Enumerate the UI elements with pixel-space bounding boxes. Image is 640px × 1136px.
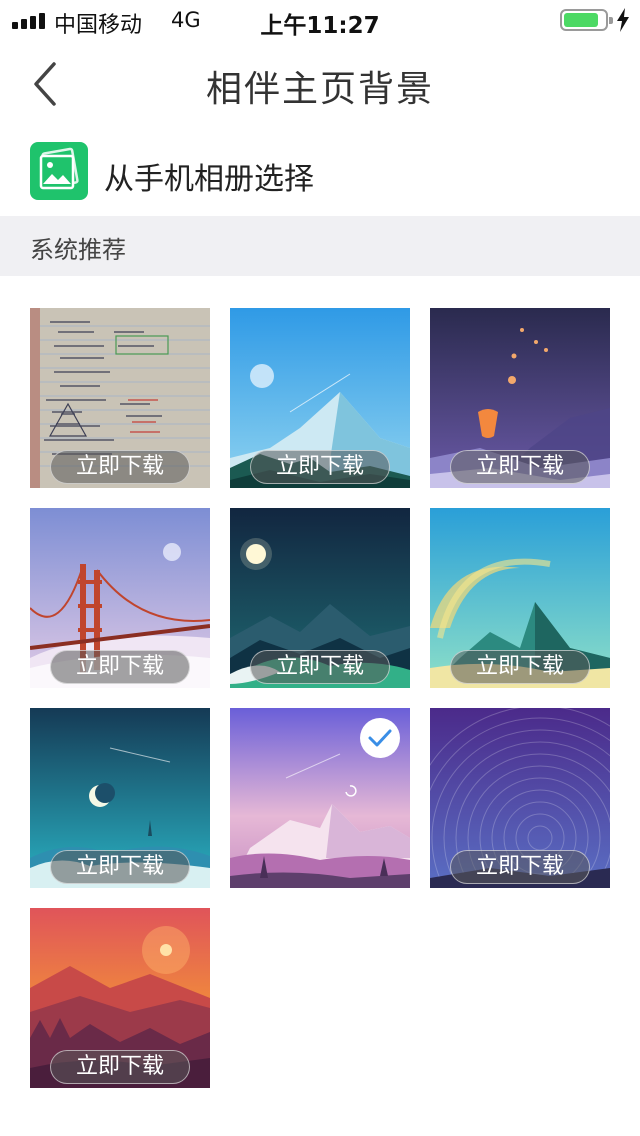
status-bar: 中国移动 4G 上午11:27	[0, 0, 640, 40]
download-button[interactable]: 立即下载	[450, 450, 590, 484]
download-button[interactable]: 立即下载	[50, 450, 190, 484]
battery-level	[564, 13, 598, 27]
album-label: 从手机相册选择	[104, 162, 314, 197]
download-button[interactable]: 立即下载	[250, 650, 390, 684]
wallpaper-tile-sky-lanterns[interactable]: 立即下载	[430, 308, 610, 488]
wallpaper-tile-golden-gate[interactable]: 立即下载	[30, 508, 210, 688]
wallpaper-tile-blue-mountain[interactable]: 立即下载	[230, 308, 410, 488]
wallpaper-tile-night-moon[interactable]: 立即下载	[230, 508, 410, 688]
nav-bar: 相伴主页背景	[0, 40, 640, 128]
selected-check-icon	[360, 718, 400, 758]
charging-icon	[617, 8, 629, 32]
wallpaper-tile-purple-mountains[interactable]	[230, 708, 410, 888]
wallpaper-tile-sunset-forest[interactable]: 立即下载	[30, 908, 210, 1088]
section-header: 系统推荐	[0, 216, 640, 276]
download-button[interactable]: 立即下载	[250, 450, 390, 484]
wallpaper-tile-star-trails[interactable]: 立即下载	[430, 708, 610, 888]
download-button[interactable]: 立即下载	[450, 850, 590, 884]
status-time: 上午11:27	[260, 13, 380, 39]
battery-icon	[560, 9, 613, 31]
wallpaper-tile-crescent-moon[interactable]: 立即下载	[30, 708, 210, 888]
download-button[interactable]: 立即下载	[50, 850, 190, 884]
photo-album-icon	[30, 142, 88, 200]
wallpaper-tile-planet-mountain[interactable]: 立即下载	[430, 508, 610, 688]
choose-from-album-row[interactable]: 从手机相册选择	[0, 128, 640, 216]
wallpaper-tile-notebook[interactable]: 立即下载	[30, 308, 210, 488]
download-button[interactable]: 立即下载	[450, 650, 590, 684]
download-button[interactable]: 立即下载	[50, 650, 190, 684]
download-button[interactable]: 立即下载	[50, 1050, 190, 1084]
section-title: 系统推荐	[30, 236, 126, 264]
page-title: 相伴主页背景	[205, 69, 434, 110]
